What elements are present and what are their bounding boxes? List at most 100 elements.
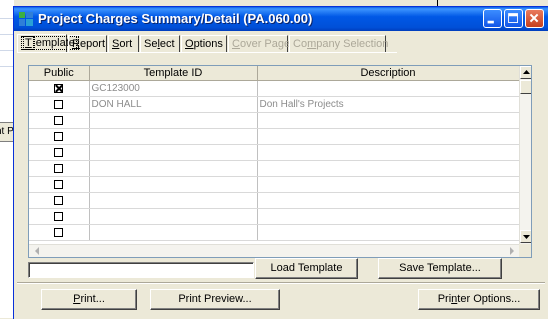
public-cell (29, 208, 90, 225)
scroll-down-button[interactable] (520, 230, 531, 243)
description-cell[interactable] (257, 176, 520, 193)
description-cell[interactable] (257, 80, 520, 97)
description-cell[interactable] (257, 160, 520, 177)
tab-template-mnemonic: T (23, 36, 34, 50)
minimize-button[interactable] (483, 9, 502, 28)
table-row[interactable] (29, 144, 520, 161)
table-row[interactable] (29, 208, 520, 225)
arrow-right-icon[interactable] (505, 245, 518, 257)
description-cell[interactable]: Don Hall's Projects (257, 96, 520, 113)
public-checkbox[interactable] (54, 115, 64, 125)
table-row[interactable]: DON HALL Don Hall's Projects (29, 96, 520, 113)
tab-company-selection: Company Selection (289, 35, 389, 52)
template-id-cell[interactable] (89, 128, 258, 145)
scroll-up-button[interactable] (520, 66, 531, 79)
tab-company-selection-label: pany Selection (316, 38, 389, 50)
tab-cover-page-mnemonic: C (232, 38, 240, 50)
tab-options[interactable]: Options (181, 35, 227, 52)
printer-options-label-pre: Pri (437, 293, 452, 305)
public-checkbox[interactable] (54, 83, 64, 93)
print-button[interactable]: Print... (41, 289, 137, 310)
printer-options-label: ter Options... (457, 293, 521, 305)
tab-cover-page-label: over Page (239, 38, 291, 50)
template-id-cell[interactable] (89, 224, 258, 241)
public-checkbox[interactable] (54, 147, 64, 157)
table-row[interactable] (29, 192, 520, 209)
tab-options-mnemonic: O (185, 38, 194, 50)
arrow-left-icon[interactable] (31, 245, 44, 257)
tab-company-selection-mnemonic: m (307, 38, 317, 50)
print-preview-button[interactable]: Print Preview... (150, 289, 280, 310)
tab-template[interactable]: Template (17, 34, 79, 53)
public-checkbox[interactable] (54, 163, 64, 173)
scrollbar-corner (519, 244, 531, 257)
horizontal-scrollbar[interactable] (29, 244, 519, 257)
load-template-button[interactable]: Load Template (255, 258, 358, 279)
maximize-icon (508, 13, 518, 23)
tab-panel-border (17, 52, 397, 53)
maximize-button[interactable] (504, 9, 523, 28)
template-id-cell[interactable] (89, 192, 258, 209)
table-row[interactable]: GC123000 (29, 80, 520, 97)
template-name-input[interactable] (28, 262, 254, 278)
vertical-scroll-thumb[interactable] (520, 80, 531, 94)
table-row[interactable] (29, 224, 520, 241)
template-id-cell[interactable] (89, 208, 258, 225)
window-title: Project Charges Summary/Detail (PA.060.0… (38, 11, 313, 26)
template-id-cell[interactable] (89, 176, 258, 193)
template-id-cell[interactable] (89, 160, 258, 177)
tab-select-label: ect (159, 38, 175, 50)
tab-select-label-pre: Se (144, 38, 158, 50)
public-cell (29, 160, 90, 177)
public-checkbox[interactable] (54, 131, 64, 141)
column-header-description[interactable]: Description (257, 66, 520, 81)
printer-options-button[interactable]: Printer Options... (418, 289, 540, 310)
column-header-template-id[interactable]: Template ID (89, 66, 258, 81)
separator-highlight (17, 283, 545, 284)
description-cell[interactable] (257, 192, 520, 209)
app-icon (19, 12, 33, 26)
description-cell[interactable] (257, 224, 520, 241)
public-cell (29, 112, 90, 129)
save-template-button[interactable]: Save Template... (378, 258, 502, 279)
public-cell (29, 192, 90, 209)
tab-sort[interactable]: Sort (108, 35, 139, 52)
tab-sort-label: ort (119, 38, 133, 50)
public-cell (29, 176, 90, 193)
description-cell[interactable] (257, 208, 520, 225)
description-cell[interactable] (257, 112, 520, 129)
description-cell[interactable] (257, 144, 520, 161)
tab-select[interactable]: Select (140, 35, 180, 52)
public-cell (29, 224, 90, 241)
table-row[interactable] (29, 128, 520, 145)
title-bar[interactable]: Project Charges Summary/Detail (PA.060.0… (14, 7, 548, 31)
public-checkbox[interactable] (54, 211, 64, 221)
column-header-public[interactable]: Public (29, 66, 90, 81)
public-checkbox[interactable] (54, 195, 64, 205)
public-checkbox[interactable] (54, 99, 64, 109)
template-id-cell[interactable] (89, 144, 258, 161)
public-cell (29, 144, 90, 161)
table-row[interactable] (29, 112, 520, 129)
public-checkbox[interactable] (54, 179, 64, 189)
public-cell (29, 96, 90, 113)
public-checkbox[interactable] (54, 227, 64, 237)
table-row[interactable] (29, 176, 520, 193)
template-id-cell[interactable]: DON HALL (89, 96, 258, 113)
template-table: Public Template ID Description GC123000 D… (29, 66, 520, 241)
tab-report[interactable]: Report (68, 35, 107, 52)
tab-company-selection-label-pre: Co (293, 38, 308, 50)
template-id-cell[interactable] (89, 112, 258, 129)
tab-cover-page: Cover Page (228, 35, 291, 52)
description-cell[interactable] (257, 128, 520, 145)
tab-options-label: ptions (193, 38, 223, 50)
background-app-grid (0, 0, 14, 318)
table-row[interactable] (29, 160, 520, 177)
vertical-scrollbar[interactable] (519, 66, 531, 244)
close-button[interactable] (525, 9, 544, 28)
arrow-down-icon (523, 235, 530, 239)
template-id-cell[interactable]: GC123000 (89, 80, 258, 97)
close-icon (529, 13, 539, 23)
template-grid[interactable]: Public Template ID Description GC123000 D… (28, 65, 532, 258)
minimize-icon (487, 20, 494, 24)
